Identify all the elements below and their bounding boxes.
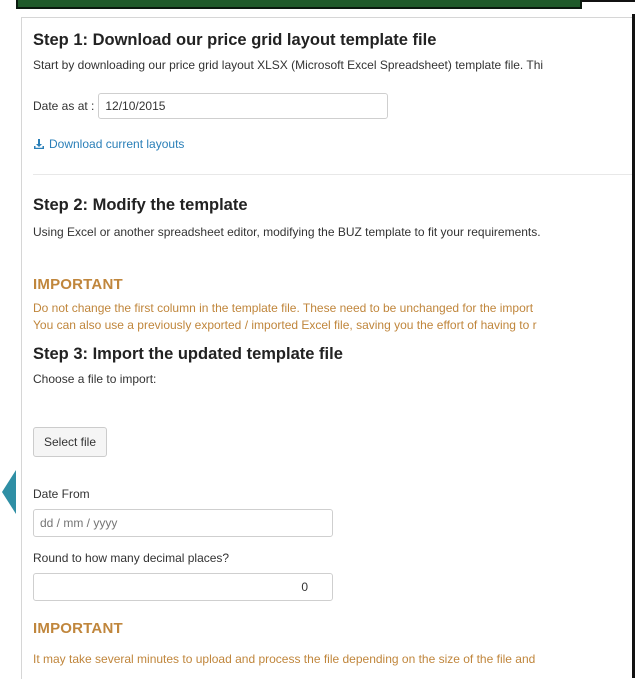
important-heading-2: IMPORTANT [33,620,123,637]
important-heading: IMPORTANT [33,276,123,293]
top-edge-line [582,0,635,2]
date-from-input[interactable] [33,509,333,537]
important-text-2: It may take several minutes to upload an… [33,652,536,666]
import-panel: Step 1: Download our price grid layout t… [21,17,635,679]
date-as-at-input[interactable] [98,93,389,119]
choose-file-label: Choose a file to import: [33,372,157,386]
important-text-line2: You can also use a previously exported /… [33,318,537,332]
date-as-at-label: Date as at : [33,99,95,113]
important-text-line1: Do not change the first column in the te… [33,301,534,315]
download-link-label: Download current layouts [49,137,185,151]
step1-title: Step 1: Download our price grid layout t… [33,31,437,49]
decimal-places-input[interactable] [33,573,333,601]
date-as-at-row: Date as at : [33,93,389,119]
decimal-places-label: Round to how many decimal places? [33,551,230,565]
pointer-arrow-icon [2,470,16,514]
download-icon [34,139,44,149]
step1-description: Start by downloading our price grid layo… [33,58,544,72]
section-divider [33,174,635,175]
step3-title: Step 3: Import the updated template file [33,345,343,363]
step2-title: Step 2: Modify the template [33,196,248,214]
download-layouts-link[interactable]: Download current layouts [33,137,184,151]
header-bar [16,0,582,9]
select-file-button[interactable]: Select file [33,427,108,457]
step2-description: Using Excel or another spreadsheet edito… [33,225,541,239]
date-from-label: Date From [33,487,90,501]
